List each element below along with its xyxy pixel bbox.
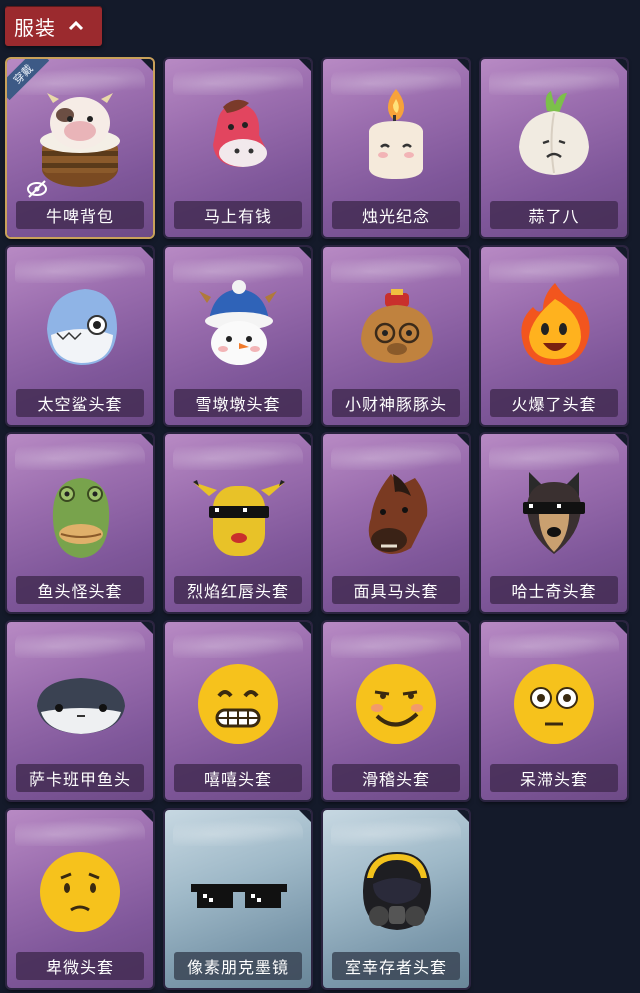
item-name: 太空鲨头套 xyxy=(37,395,123,414)
item-name: 卑微头套 xyxy=(45,958,114,977)
item-card-grin[interactable]: 嘻嘻头套 xyxy=(165,622,311,800)
eye-hidden-icon[interactable] xyxy=(25,177,49,201)
chevron-up-icon xyxy=(66,16,86,36)
item-name: 鱼头怪头套 xyxy=(37,582,123,601)
smirk-emoji-icon xyxy=(323,636,469,762)
item-name: 小财神豚豚头 xyxy=(344,395,447,414)
snowman-hat-icon xyxy=(165,261,311,387)
item-card-stunned[interactable]: 呆滞头套 xyxy=(481,622,627,800)
item-card-candle[interactable]: 烛光纪念 xyxy=(323,59,469,237)
item-card-sacabambaspis[interactable]: 萨卡班甲鱼头 xyxy=(7,622,153,800)
item-name: 滑稽头套 xyxy=(361,770,430,789)
fish-head-icon xyxy=(7,448,153,574)
item-card-funny[interactable]: 滑稽头套 xyxy=(323,622,469,800)
stunned-emoji-icon xyxy=(481,636,627,762)
humble-emoji-icon xyxy=(7,824,153,950)
candle-icon xyxy=(323,73,469,199)
horse-mask-icon xyxy=(323,448,469,574)
item-card-space-shark[interactable]: 太空鲨头套 xyxy=(7,247,153,425)
item-name: 牛啤背包 xyxy=(45,207,114,226)
item-name: 马上有钱 xyxy=(203,207,272,226)
item-card-fish-monster[interactable]: 鱼头怪头套 xyxy=(7,434,153,612)
category-tab-costume[interactable]: 服装 xyxy=(5,6,102,46)
gas-mask-helmet-icon xyxy=(323,824,469,950)
yellow-mask-icon xyxy=(165,448,311,574)
item-card-survivor[interactable]: 室幸存者头套 xyxy=(323,810,469,988)
item-name: 火爆了头套 xyxy=(511,395,597,414)
item-name-bar: 牛啤背包 xyxy=(16,201,144,229)
garlic-icon xyxy=(481,73,627,199)
item-name: 像素朋克墨镜 xyxy=(186,958,289,977)
item-card-humble[interactable]: 卑微头套 xyxy=(7,810,153,988)
item-card-husky[interactable]: 哈士奇头套 xyxy=(481,434,627,612)
item-card-capybara[interactable]: 小财神豚豚头 xyxy=(323,247,469,425)
item-name: 烛光纪念 xyxy=(361,207,430,226)
item-name: 烈焰红唇头套 xyxy=(186,582,289,601)
pink-horse-icon xyxy=(165,73,311,199)
item-name: 室幸存者头套 xyxy=(344,958,447,977)
pixel-sunglasses-icon xyxy=(165,824,311,950)
item-name: 嘻嘻头套 xyxy=(203,770,272,789)
item-card-fire[interactable]: 火爆了头套 xyxy=(481,247,627,425)
item-name: 面具马头套 xyxy=(353,582,439,601)
fire-head-icon xyxy=(481,261,627,387)
item-card-money-horse[interactable]: 马上有钱 xyxy=(165,59,311,237)
item-name: 蒜了八 xyxy=(528,207,580,226)
item-card-red-lips[interactable]: 烈焰红唇头套 xyxy=(165,434,311,612)
capybara-icon xyxy=(323,261,469,387)
item-name: 哈士奇头套 xyxy=(511,582,597,601)
category-tab-label: 服装 xyxy=(14,15,56,40)
item-name: 萨卡班甲鱼头 xyxy=(28,770,131,789)
item-card-garlic[interactable]: 蒜了八 xyxy=(481,59,627,237)
husky-head-icon xyxy=(481,448,627,574)
item-card-snow-dundun[interactable]: 雪墩墩头套 xyxy=(165,247,311,425)
item-card-beer-backpack[interactable]: 穿戴 牛啤背包 xyxy=(7,59,153,237)
sacabambaspis-icon xyxy=(7,636,153,762)
item-card-horse-mask[interactable]: 面具马头套 xyxy=(323,434,469,612)
shark-head-icon xyxy=(7,261,153,387)
item-name: 呆滞头套 xyxy=(519,770,588,789)
item-name: 雪墩墩头套 xyxy=(195,395,281,414)
grin-emoji-icon xyxy=(165,636,311,762)
item-card-pixel-glasses[interactable]: 像素朋克墨镜 xyxy=(165,810,311,988)
